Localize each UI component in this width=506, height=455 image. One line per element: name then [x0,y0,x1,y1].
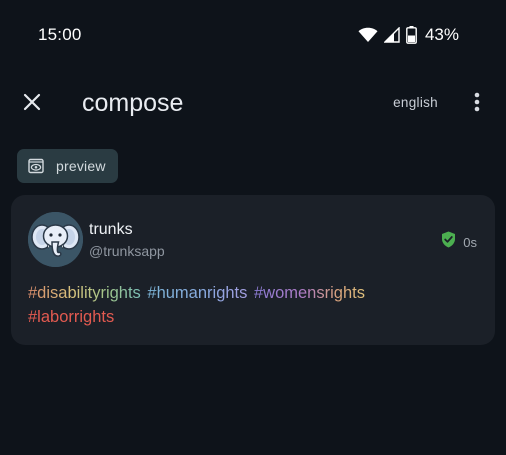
hashtag-humanrights[interactable]: #humanrights [147,284,247,302]
post-timestamp: 0s [463,234,477,250]
post-preview-card: trunks @trunksapp 0s #disabilityrights #… [11,195,495,345]
wifi-icon [358,27,378,43]
hashtag-laborrights[interactable]: #laborrights [28,308,114,326]
hashtag-womensrights[interactable]: #womensrights [254,284,365,302]
preview-label: preview [56,158,106,174]
page-title: compose [82,89,184,117]
status-time: 15:00 [38,25,82,44]
elephant-icon [28,212,83,267]
avatar [28,212,83,267]
language-button[interactable]: english [393,95,438,110]
more-vert-icon [474,92,480,117]
eye-icon [28,158,44,174]
close-icon [23,93,41,116]
signal-icon [383,27,400,43]
compose-screen: 15:00 43% compose english preview trunks… [0,0,506,455]
shield-check-icon [441,231,456,253]
user-handle: @trunksapp [89,243,165,259]
status-bar: 15:00 43% [0,0,506,70]
display-name: trunks [89,221,133,238]
close-button[interactable] [14,86,50,122]
battery-icon [406,26,417,44]
post-meta: 0s [441,231,477,253]
app-bar: compose english [0,80,506,128]
status-icons: 43% [358,25,459,45]
hashtag-disabilityrights[interactable]: #disabilityrights [28,284,141,302]
battery-percent: 43% [424,25,459,44]
preview-button[interactable]: preview [17,149,118,183]
post-body: #disabilityrights #humanrights #womensri… [28,281,468,329]
more-options-button[interactable] [462,88,492,120]
